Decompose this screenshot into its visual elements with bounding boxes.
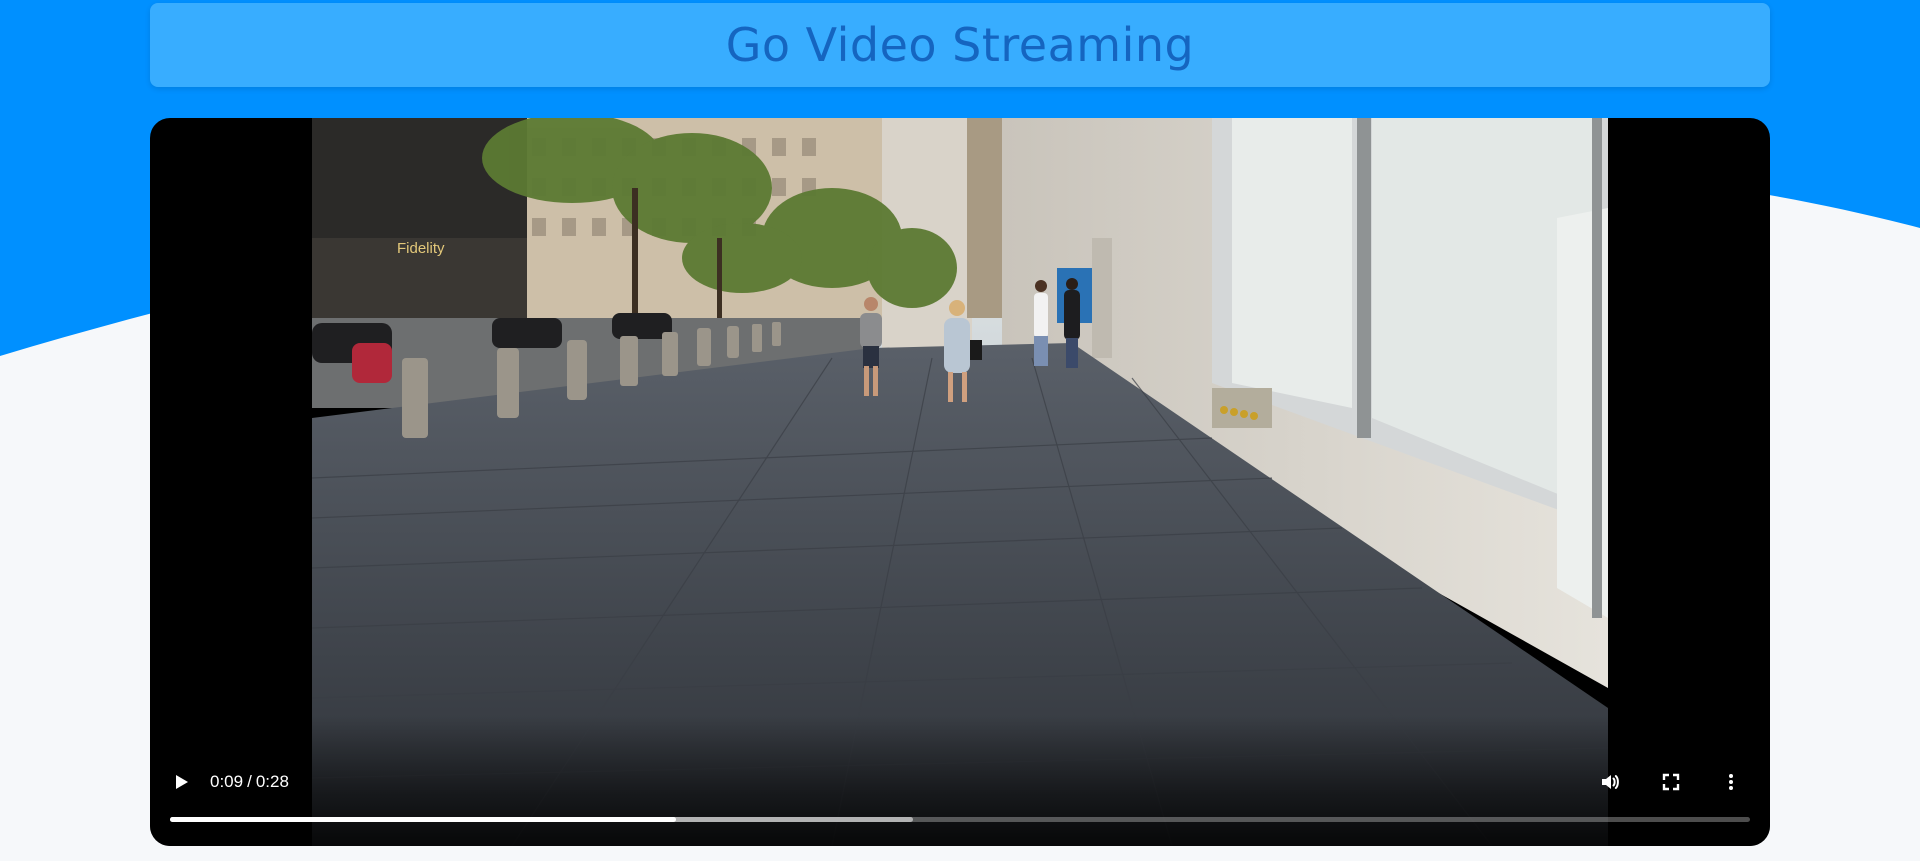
- controls-gradient: [150, 716, 1770, 846]
- more-options-icon: [1729, 774, 1733, 790]
- progress-played: [170, 817, 676, 822]
- volume-icon: [1602, 775, 1619, 789]
- play-button[interactable]: [168, 769, 194, 795]
- progress-bar[interactable]: [170, 817, 1750, 822]
- time-separator: /: [247, 772, 252, 791]
- play-icon: [176, 775, 188, 789]
- fullscreen-button[interactable]: [1658, 769, 1684, 795]
- time-display: 0:09/0:28: [210, 770, 289, 794]
- video-player[interactable]: Fidelity 0:09 / 0:28: [150, 118, 1770, 846]
- fidelity-sign: Fidelity: [397, 240, 445, 257]
- page-title: Go Video Streaming: [725, 18, 1195, 72]
- page-header: Go Video Streaming: [150, 3, 1770, 87]
- fullscreen-icon: [1662, 773, 1680, 791]
- more-options-button[interactable]: [1718, 769, 1744, 795]
- current-time: 0:09: [210, 772, 244, 791]
- duration: 0:28: [255, 772, 289, 791]
- volume-button[interactable]: [1598, 769, 1624, 795]
